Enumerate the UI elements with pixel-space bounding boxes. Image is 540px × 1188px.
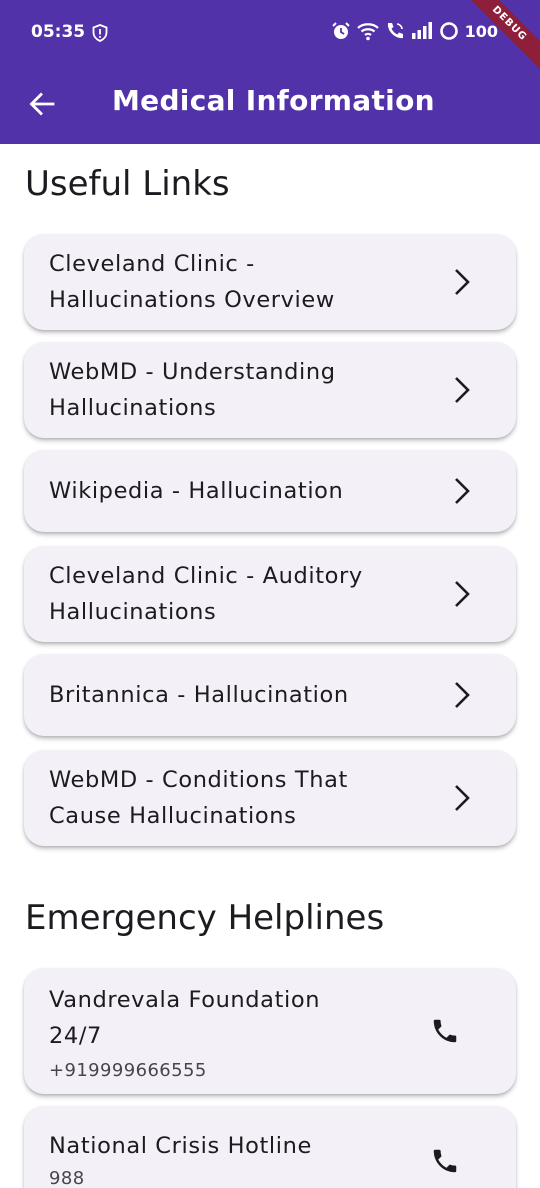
link-label: WebMD - Understanding Hallucinations	[49, 359, 336, 421]
phone-icon[interactable]	[428, 1144, 462, 1178]
shield-alert-icon	[92, 24, 108, 42]
status-icons: 100	[331, 21, 498, 41]
arrow-back-icon	[29, 92, 55, 116]
link-card[interactable]: WebMD - Conditions That Cause Hallucinat…	[24, 750, 516, 846]
chevron-right-icon	[448, 677, 476, 713]
useful-links-heading: Useful Links	[25, 164, 230, 204]
wifi-call-icon	[387, 23, 403, 39]
emergency-helplines-heading: Emergency Helplines	[25, 898, 385, 938]
link-label: Cleveland Clinic - Hallucinations Overvi…	[49, 251, 335, 313]
battery-level: 100	[464, 21, 498, 41]
helpline-name: National Crisis Hotline	[49, 1133, 312, 1159]
status-bar: 05:35 100 DEBUG	[0, 0, 540, 78]
helpline-number: 988	[49, 1168, 85, 1188]
link-card[interactable]: Cleveland Clinic - Hallucinations Overvi…	[24, 234, 516, 330]
toolbar: Medical Information	[0, 66, 540, 144]
page-title: Medical Information	[112, 84, 435, 117]
helpline-number: +919999666555	[49, 1060, 207, 1081]
link-label: Britannica - Hallucination	[49, 682, 349, 708]
app-bar: 05:35 100 DEBUG Medical Information	[0, 0, 540, 144]
link-card[interactable]: Britannica - Hallucination	[24, 654, 516, 736]
link-card[interactable]: Wikipedia - Hallucination	[24, 450, 516, 532]
helpline-text: National Crisis Hotline 988	[49, 1128, 379, 1188]
chevron-right-icon	[448, 264, 476, 300]
chevron-right-icon	[448, 473, 476, 509]
chevron-right-icon	[448, 372, 476, 408]
helpline-card[interactable]: Vandrevala Foundation 24/7 +919999666555	[24, 968, 516, 1094]
battery-ring-icon	[439, 22, 458, 40]
content: Useful Links Cleveland Clinic - Hallucin…	[0, 144, 540, 1188]
status-time: 05:35	[31, 22, 86, 42]
alarm-icon	[331, 22, 350, 39]
chevron-right-icon	[448, 780, 476, 816]
link-card[interactable]: Cleveland Clinic - Auditory Hallucinatio…	[24, 546, 516, 642]
helpline-name: Vandrevala Foundation 24/7	[49, 987, 321, 1049]
chevron-right-icon	[448, 576, 476, 612]
wifi-icon	[356, 23, 379, 41]
signal-icon	[411, 22, 432, 39]
back-button[interactable]	[22, 84, 62, 124]
link-label: Wikipedia - Hallucination	[49, 478, 344, 504]
helpline-text: Vandrevala Foundation 24/7 +919999666555	[49, 982, 379, 1084]
helpline-card[interactable]: National Crisis Hotline 988	[24, 1106, 516, 1188]
link-label: WebMD - Conditions That Cause Hallucinat…	[49, 767, 348, 829]
link-label: Cleveland Clinic - Auditory Hallucinatio…	[49, 563, 363, 625]
phone-icon[interactable]	[428, 1014, 462, 1048]
link-card[interactable]: WebMD - Understanding Hallucinations	[24, 342, 516, 438]
